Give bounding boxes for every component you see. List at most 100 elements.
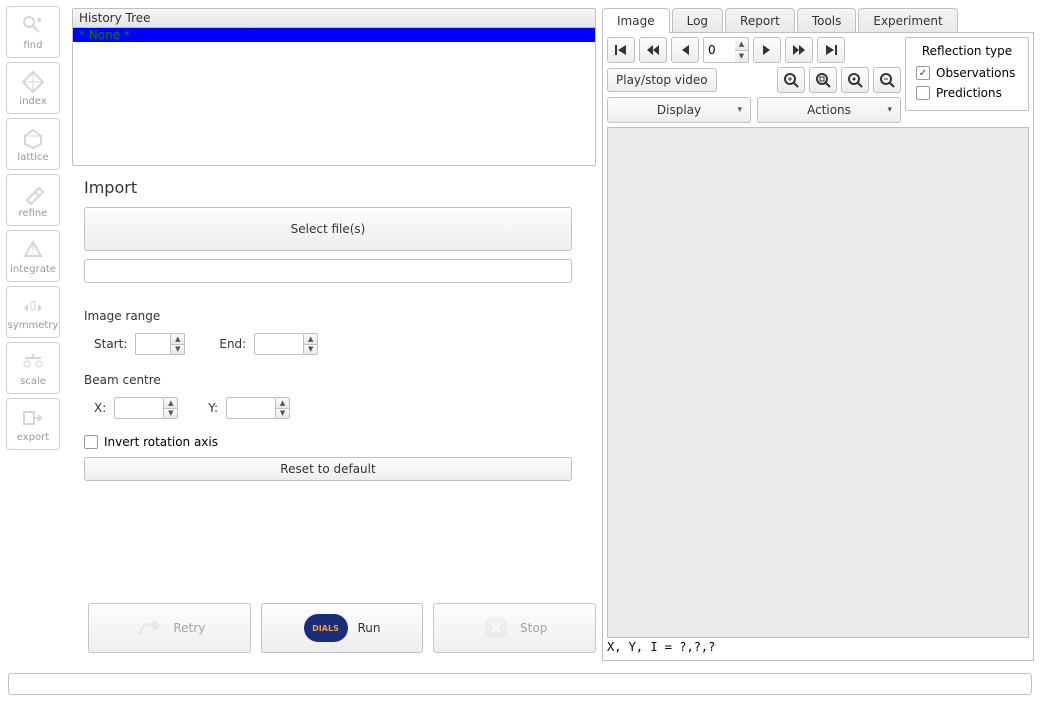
- next-icon: [761, 43, 773, 57]
- tool-index-label: index: [19, 96, 46, 107]
- history-item-none[interactable]: * None *: [73, 28, 595, 42]
- coordinate-readout: X, Y, I = ?,?,?: [607, 638, 1029, 656]
- tab-experiment[interactable]: Experiment: [858, 8, 957, 33]
- history-tree-body[interactable]: * None *: [73, 28, 595, 165]
- rewind-icon: [646, 43, 660, 57]
- start-input[interactable]: [135, 333, 171, 355]
- x-spinner[interactable]: ▲▼: [164, 397, 178, 419]
- observations-checkbox[interactable]: ✓: [916, 66, 930, 80]
- play-stop-button[interactable]: Play/stop video: [607, 68, 717, 92]
- beam-centre-group: Beam centre X: ▲▼ Y: ▲▼: [84, 373, 596, 419]
- end-input[interactable]: [254, 333, 304, 355]
- export-icon: [21, 406, 45, 430]
- x-label: X:: [94, 401, 106, 415]
- actions-combo[interactable]: Actions: [757, 97, 901, 123]
- beam-centre-label: Beam centre: [84, 373, 596, 387]
- history-tree-panel: History Tree * None *: [72, 8, 596, 166]
- y-spinner[interactable]: ▲▼: [276, 397, 290, 419]
- zoom-in-icon: [783, 72, 799, 88]
- find-icon: [21, 14, 45, 38]
- zoom-fit-button[interactable]: [809, 67, 837, 93]
- integrate-icon: !: [21, 238, 45, 262]
- stop-icon: [482, 614, 510, 642]
- stop-label: Stop: [520, 621, 547, 635]
- nav-prev-button[interactable]: [671, 37, 699, 63]
- tool-scale-label: scale: [20, 376, 46, 387]
- actions-combo-label: Actions: [807, 103, 851, 117]
- reflection-type-title: Reflection type: [916, 44, 1018, 58]
- center-column: History Tree * None * Import Select file…: [66, 0, 602, 661]
- zoom-reset-button[interactable]: [841, 67, 869, 93]
- predictions-row[interactable]: Predictions: [916, 86, 1018, 100]
- nav-forward-button[interactable]: [785, 37, 813, 63]
- index-icon: [21, 70, 45, 94]
- tab-image[interactable]: Image: [602, 8, 670, 33]
- observations-row[interactable]: ✓ Observations: [916, 66, 1018, 80]
- stop-button[interactable]: Stop: [433, 603, 596, 653]
- import-section: Import Select file(s) Image range Start:…: [72, 166, 596, 661]
- end-spinner[interactable]: ▲▼: [304, 333, 318, 355]
- tool-lattice-label: lattice: [17, 152, 48, 163]
- tool-find[interactable]: find: [6, 6, 60, 58]
- left-toolbar: find index lattice refine ! integrate sy…: [0, 0, 66, 661]
- observations-label: Observations: [936, 66, 1015, 80]
- select-files-button[interactable]: Select file(s): [84, 207, 572, 251]
- scale-icon: [21, 350, 45, 374]
- x-input[interactable]: [114, 397, 164, 419]
- frame-spinner[interactable]: ▲▼: [735, 37, 749, 63]
- reset-to-default-button[interactable]: Reset to default: [84, 457, 572, 481]
- predictions-checkbox[interactable]: [916, 86, 930, 100]
- invert-rotation-label: Invert rotation axis: [104, 435, 218, 449]
- tab-tools[interactable]: Tools: [797, 8, 857, 33]
- tool-integrate[interactable]: ! integrate: [6, 230, 60, 282]
- image-viewer[interactable]: [607, 127, 1029, 638]
- skip-first-icon: [614, 43, 628, 57]
- zoom-in-button[interactable]: [777, 67, 805, 93]
- zoom-fit-icon: [815, 72, 831, 88]
- history-tree-title: History Tree: [73, 9, 595, 28]
- end-label: End:: [219, 337, 246, 351]
- action-row: Retry DIALS Run Stop: [84, 603, 596, 661]
- tool-index[interactable]: index: [6, 62, 60, 114]
- tool-integrate-label: integrate: [10, 264, 56, 275]
- tab-log[interactable]: Log: [672, 8, 723, 33]
- zoom-reset-icon: [847, 72, 863, 88]
- tool-refine[interactable]: refine: [6, 174, 60, 226]
- nav-first-button[interactable]: [607, 37, 635, 63]
- tool-export[interactable]: export: [6, 398, 60, 450]
- display-combo-label: Display: [657, 103, 701, 117]
- tabs: Image Log Report Tools Experiment: [602, 8, 1034, 33]
- svg-text:!: !: [31, 243, 36, 257]
- zoom-out-button[interactable]: [873, 67, 901, 93]
- nav-next-button[interactable]: [753, 37, 781, 63]
- lattice-icon: [21, 126, 45, 150]
- run-button[interactable]: DIALS Run: [261, 603, 424, 653]
- prev-icon: [679, 43, 691, 57]
- start-label: Start:: [94, 337, 127, 351]
- start-spinner[interactable]: ▲▼: [171, 333, 185, 355]
- display-combo[interactable]: Display: [607, 97, 751, 123]
- retry-button[interactable]: Retry: [88, 603, 251, 653]
- invert-rotation-row[interactable]: Invert rotation axis: [84, 435, 596, 449]
- tool-symmetry[interactable]: symmetry: [6, 286, 60, 338]
- tool-lattice[interactable]: lattice: [6, 118, 60, 170]
- image-range-label: Image range: [84, 309, 596, 323]
- predictions-label: Predictions: [936, 86, 1002, 100]
- file-display: [84, 259, 572, 283]
- tab-report[interactable]: Report: [725, 8, 795, 33]
- invert-rotation-checkbox[interactable]: [84, 435, 98, 449]
- tool-refine-label: refine: [19, 208, 48, 219]
- frame-number-input[interactable]: [703, 37, 735, 63]
- symmetry-icon: [21, 294, 45, 318]
- refine-icon: [21, 182, 45, 206]
- image-range-group: Image range Start: ▲▼ End: ▲▼: [84, 309, 596, 355]
- zoom-out-icon: [879, 72, 895, 88]
- tool-scale[interactable]: scale: [6, 342, 60, 394]
- tool-find-label: find: [24, 40, 43, 51]
- image-tab-body: ▲▼ Play/stop video: [602, 32, 1034, 661]
- nav-last-button[interactable]: [817, 37, 845, 63]
- y-input[interactable]: [226, 397, 276, 419]
- run-label: Run: [358, 621, 381, 635]
- nav-rewind-button[interactable]: [639, 37, 667, 63]
- reflection-type-box: Reflection type ✓ Observations Predictio…: [905, 37, 1029, 111]
